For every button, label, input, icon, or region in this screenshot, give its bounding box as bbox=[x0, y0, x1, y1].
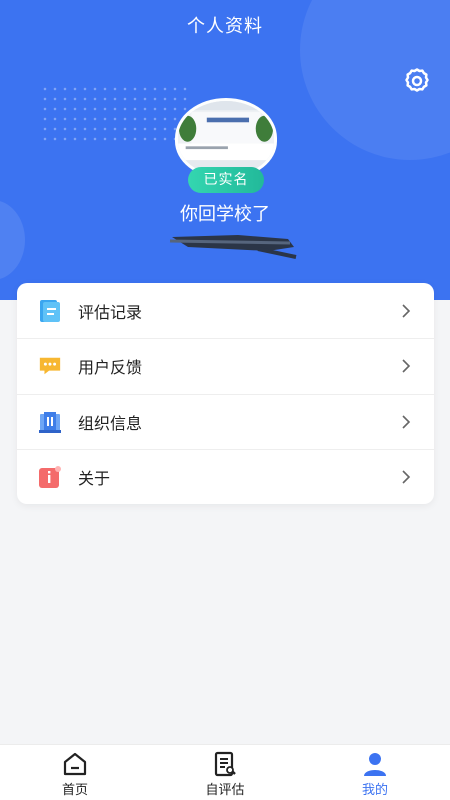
bottom-tab-bar: 首页 自评估 我的 bbox=[0, 744, 450, 800]
chat-icon bbox=[38, 354, 62, 378]
home-icon bbox=[62, 751, 88, 777]
menu-card: 评估记录 用户反馈 组织信息 关于 bbox=[17, 283, 434, 504]
chevron-right-icon bbox=[402, 359, 411, 373]
chevron-right-icon bbox=[402, 470, 411, 484]
tab-mine[interactable]: 我的 bbox=[300, 745, 450, 800]
tab-label: 我的 bbox=[361, 783, 388, 798]
building-icon bbox=[38, 410, 62, 434]
tab-self-assessment[interactable]: 自评估 bbox=[150, 745, 300, 800]
menu-item-organization-info[interactable]: 组织信息 bbox=[17, 393, 434, 449]
chevron-right-icon bbox=[402, 304, 411, 318]
page-title: 个人资料 bbox=[187, 16, 263, 37]
redacted-scribble bbox=[169, 235, 297, 259]
menu-item-user-feedback[interactable]: 用户反馈 bbox=[17, 338, 434, 393]
menu-item-label: 用户反馈 bbox=[78, 358, 143, 378]
avatar[interactable] bbox=[175, 98, 277, 178]
profile-header: 个人资料 已实名 你回学校了 bbox=[0, 0, 450, 300]
decorative-dot-grid bbox=[40, 84, 190, 144]
tab-home[interactable]: 首页 bbox=[0, 745, 150, 800]
menu-item-label: 关于 bbox=[78, 468, 111, 488]
document-icon bbox=[38, 299, 62, 323]
verified-badge: 已实名 bbox=[188, 167, 264, 193]
menu-item-label: 评估记录 bbox=[78, 302, 143, 322]
settings-button[interactable] bbox=[400, 64, 434, 98]
menu-item-about[interactable]: 关于 bbox=[17, 448, 434, 504]
user-icon bbox=[362, 751, 388, 777]
gear-icon bbox=[405, 68, 429, 92]
chevron-right-icon bbox=[402, 415, 411, 429]
tab-label: 首页 bbox=[61, 783, 88, 798]
menu-item-label: 组织信息 bbox=[78, 413, 143, 433]
info-icon bbox=[38, 465, 62, 489]
tab-label: 自评估 bbox=[205, 783, 245, 798]
self-assess-icon bbox=[212, 751, 238, 777]
menu-item-evaluation-records[interactable]: 评估记录 bbox=[17, 283, 434, 338]
avatar-photo bbox=[178, 101, 274, 175]
username: 你回学校了 bbox=[180, 204, 270, 225]
